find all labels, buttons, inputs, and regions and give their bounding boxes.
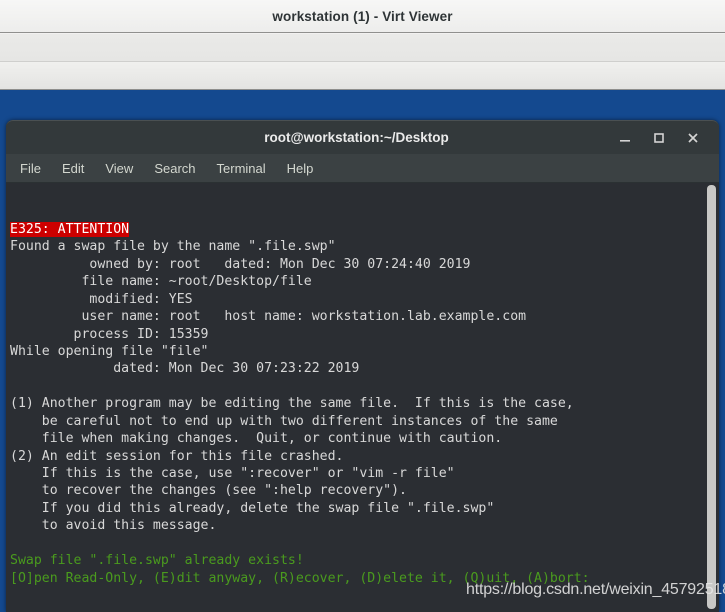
viewer-title: workstation (1) - Virt Viewer [272,8,453,24]
prompt-line: Swap file ".file.swp" already exists! [10,553,304,569]
window-controls [617,130,719,146]
terminal-line: to recover the changes (see ":help recov… [10,483,407,499]
menu-item-terminal[interactable]: Terminal [215,159,268,178]
terminal-line: file when making changes. Quit, or conti… [10,431,503,447]
menu-item-edit[interactable]: Edit [60,159,86,178]
terminal-line: While opening file "file" [10,343,209,359]
terminal-line: If this is the case, use ":recover" or "… [10,466,455,481]
viewer-menubar[interactable] [0,34,725,62]
minimize-icon[interactable] [617,130,633,146]
terminal-line: user name: root host name: workstation.l… [10,309,527,325]
viewer-titlebar: workstation (1) - Virt Viewer [0,0,725,33]
error-code-badge: E325: ATTENTION [10,221,130,237]
terminal-title: root@workstation:~/Desktop [264,130,449,145]
menu-item-file[interactable]: File [18,159,43,178]
maximize-icon[interactable] [651,130,667,146]
viewer-toolbar[interactable] [0,62,725,90]
terminal-text-content: E325: ATTENTION Found a swap file by the … [10,186,703,587]
terminal-output-area[interactable]: E325: ATTENTION Found a swap file by the … [6,183,719,612]
terminal-scrollbar-thumb[interactable] [707,185,716,609]
terminal-line: file name: ~root/Desktop/file [10,274,312,290]
close-icon[interactable] [685,130,701,146]
terminal-line: be careful not to end up with two differ… [10,413,558,429]
terminal-line: (2) An edit session for this file crashe… [10,448,344,464]
guest-desktop-background: root@workstation:~/Desktop File Edit Vie… [0,90,725,612]
terminal-line: Found a swap file by the name ".file.swp… [10,239,336,255]
terminal-line: If you did this already, delete the swap… [10,500,495,516]
prompt-line: [O]pen Read-Only, (E)dit anyway, (R)ecov… [10,570,590,586]
menu-item-view[interactable]: View [103,159,135,178]
terminal-line: modified: YES [10,291,193,307]
terminal-line: Swap file ".file.swp" already exists! [10,552,703,569]
terminal-line: dated: Mon Dec 30 07:23:22 2019 [10,361,360,377]
virt-viewer-window: workstation (1) - Virt Viewer root@works… [0,0,725,612]
terminal-line: owned by: root dated: Mon Dec 30 07:24:4… [10,256,471,272]
menu-item-search[interactable]: Search [152,159,197,178]
menu-item-help[interactable]: Help [285,159,316,178]
terminal-line: process ID: 15359 [10,326,209,342]
terminal-line: (1) Another program may be editing the s… [10,396,574,412]
terminal-titlebar[interactable]: root@workstation:~/Desktop [6,120,719,154]
terminal-menubar: File Edit View Search Terminal Help [6,154,719,183]
gnome-terminal-window: root@workstation:~/Desktop File Edit Vie… [6,120,719,612]
terminal-line: E325: ATTENTION [10,221,703,238]
terminal-scrollbar[interactable] [706,183,717,612]
terminal-line: [O]pen Read-Only, (E)dit anyway, (R)ecov… [10,570,703,587]
terminal-line: to avoid this message. [10,518,217,534]
